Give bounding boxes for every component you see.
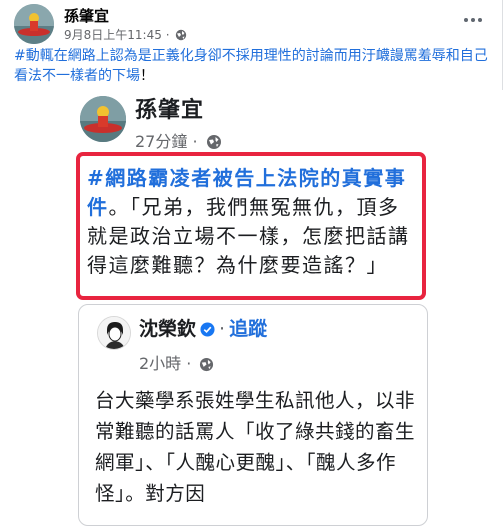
post-header: 孫肇宜 9月8日上午11:45 ·	[14, 4, 490, 44]
shared-post-image[interactable]: 孫肇宜 27分鐘 · #網路霸凌者被告上法院的真實事件。「兄弟，我們無冤無仇，頂…	[0, 90, 503, 526]
highlight-quote-text: 。「兄弟，我們無冤無仇，頂多就是政治立場不一樣，怎麼把話講得這麼難聽？為什麼要造…	[87, 195, 410, 277]
verified-badge-icon	[200, 320, 215, 342]
shared-author-name: 孫肇宜	[135, 98, 205, 123]
post-text-suffix: ！	[140, 68, 154, 84]
nested-meta: 2小時 ·	[139, 350, 214, 376]
more-dot	[471, 18, 475, 22]
facebook-post-card: 孫肇宜 9月8日上午11:45 · #動輒在網路上認為是正義化身卻不採用理性的討…	[0, 0, 503, 526]
highlighted-quote-box: #網路霸凌者被告上法院的真實事件。「兄弟，我們無冤無仇，頂多就是政治立場不一樣，…	[76, 152, 426, 300]
post-meta: 9月8日上午11:45 ·	[64, 26, 187, 44]
nested-shared-post: 沈榮欽 · 追蹤 2小時 · 台大藥學系張姓學生私訊他人，以非常難聽的話罵人「收了綠…	[78, 304, 428, 526]
post-timestamp[interactable]: 9月8日上午11:45	[64, 28, 162, 42]
nested-author-name: 沈榮欽	[139, 318, 197, 340]
shared-meta: 27分鐘 ·	[135, 128, 222, 154]
nested-meta-separator: ·	[186, 354, 192, 373]
nested-separator: ·	[219, 318, 226, 340]
more-dot	[478, 18, 482, 22]
more-options-button[interactable]	[458, 8, 488, 32]
nested-author-line: 沈榮欽 · 追蹤	[139, 314, 267, 342]
post-author-name[interactable]: 孫肇宜	[64, 5, 109, 26]
post-hashtag[interactable]: #動輒在網路上認為是正義化身卻不採用理性的討論而用汙衊謾罵羞辱和自己看法不一樣者…	[14, 48, 488, 84]
follow-button: 追蹤	[229, 318, 268, 340]
shared-author-avatar	[80, 96, 126, 142]
author-avatar[interactable]	[14, 4, 54, 44]
nested-time: 2小時	[139, 354, 182, 373]
nested-post-body: 台大藥學系張姓學生私訊他人，以非常難聽的話罵人「收了綠共錢的畜生網軍」、「人醜心…	[95, 389, 416, 505]
nested-author-avatar	[97, 316, 131, 350]
shared-separator: ·	[192, 132, 198, 151]
shared-time: 27分鐘	[135, 132, 188, 151]
highlighted-quote: #網路霸凌者被告上法院的真實事件。「兄弟，我們無冤無仇，頂多就是政治立場不一樣，…	[87, 164, 418, 280]
globe-icon	[199, 357, 214, 376]
meta-separator: ·	[165, 28, 170, 42]
globe-icon	[206, 134, 222, 154]
post-message: #動輒在網路上認為是正義化身卻不採用理性的討論而用汙衊謾罵羞辱和自己看法不一樣者…	[14, 46, 494, 86]
more-horizontal-icon	[464, 18, 468, 22]
globe-icon	[175, 29, 187, 44]
